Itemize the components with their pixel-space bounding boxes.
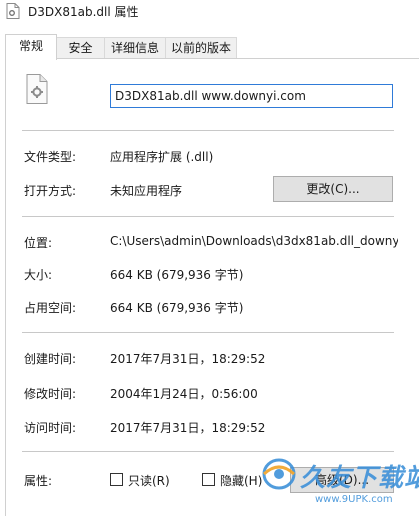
file-name-input[interactable]: D3DX81ab.dll www.downyi.com <box>110 84 393 108</box>
location-label: 位置: <box>24 236 53 250</box>
accessed-label: 访问时间: <box>24 421 77 435</box>
readonly-checkbox[interactable] <box>110 473 123 486</box>
tab-security[interactable]: 安全 <box>56 37 105 59</box>
tab-details[interactable]: 详细信息 <box>104 37 166 59</box>
readonly-checkbox-label[interactable]: 只读(R) <box>128 472 170 489</box>
open-with-label: 打开方式: <box>24 184 77 198</box>
tab-strip: 常规 安全 详细信息 以前的版本 <box>0 34 419 60</box>
separator <box>22 130 394 131</box>
watermark-url: www.9UPK.com <box>315 494 393 505</box>
size-label: 大小: <box>24 268 53 282</box>
hidden-checkbox[interactable] <box>202 473 215 486</box>
watermark-text: 久友下载站 <box>300 463 419 492</box>
title-bar: D3DX81ab.dll 属性 <box>0 0 419 22</box>
watermark-logo: 久友下载站 www.9UPK.com <box>255 450 419 516</box>
dll-file-icon <box>6 3 20 19</box>
accessed-value: 2017年7月31日，18:29:52 <box>110 421 266 435</box>
location-value: C:\Users\admin\Downloads\d3dx81ab.dll_do… <box>110 234 398 248</box>
separator <box>22 216 394 217</box>
modified-label: 修改时间: <box>24 387 77 401</box>
watermark-globe-icon <box>262 458 296 490</box>
open-with-value: 未知应用程序 <box>110 184 183 198</box>
modified-value: 2004年1月24日，0:56:00 <box>110 387 258 401</box>
file-type-label: 文件类型: <box>24 150 77 164</box>
general-panel <box>5 58 419 516</box>
change-button[interactable]: 更改(C)... <box>273 176 393 202</box>
separator <box>22 332 394 333</box>
size-on-disk-value: 664 KB (679,936 字节) <box>110 301 244 315</box>
file-type-value: 应用程序扩展 (.dll) <box>110 150 214 164</box>
created-value: 2017年7月31日，18:29:52 <box>110 352 266 366</box>
tab-previous-versions[interactable]: 以前的版本 <box>165 37 237 59</box>
window-title: D3DX81ab.dll 属性 <box>28 5 139 19</box>
attributes-label: 属性: <box>24 474 53 488</box>
size-on-disk-label: 占用空间: <box>24 301 77 315</box>
size-value: 664 KB (679,936 字节) <box>110 268 244 282</box>
created-label: 创建时间: <box>24 352 77 366</box>
dll-file-icon-large <box>26 74 48 104</box>
tab-general[interactable]: 常规 <box>5 34 57 60</box>
